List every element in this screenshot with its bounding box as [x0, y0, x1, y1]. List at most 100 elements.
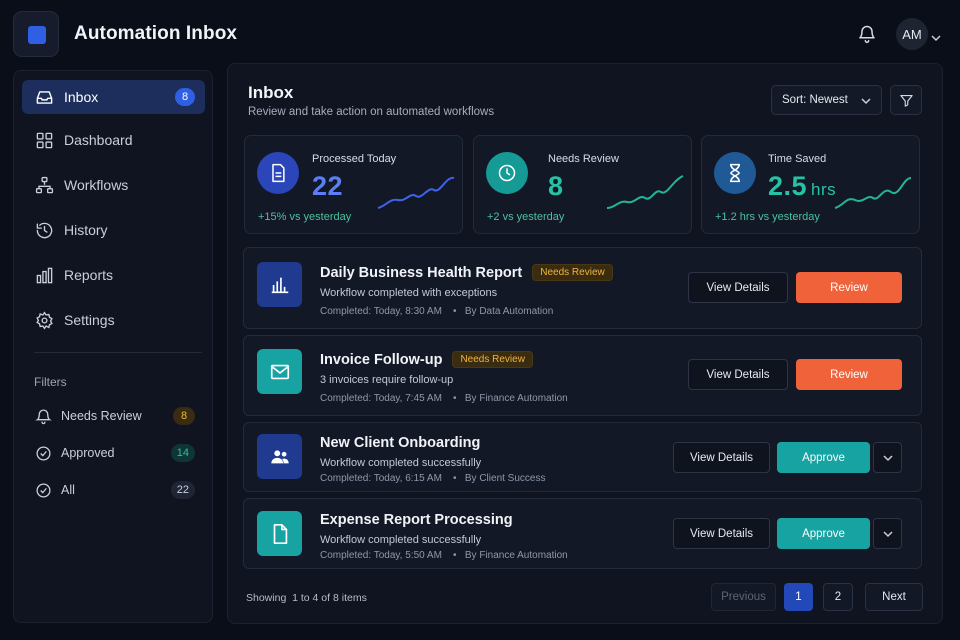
workflow-row: New Client Onboarding Workflow completed… — [243, 422, 922, 492]
sort-label: Sort: Newest — [782, 94, 848, 106]
stat-delta: +15% vs yesterday — [258, 211, 352, 223]
workflow-description: Workflow completed with exceptions — [320, 287, 498, 299]
stat-value: 2.5 hrs — [768, 171, 837, 201]
view-details-button[interactable]: View Details — [688, 272, 788, 303]
workflow-title: Expense Report Processing — [320, 512, 513, 528]
workflow-description: Workflow completed successfully — [320, 457, 482, 469]
sort-dropdown[interactable]: Sort: Newest — [771, 85, 882, 115]
workflow-title: Daily Business Health Report Needs Review — [320, 264, 613, 281]
bell-icon — [34, 407, 52, 425]
app-logo — [13, 11, 59, 57]
reports-icon — [34, 265, 54, 285]
workflow-meta: Completed: Today, 8:30 AM • By Data Auto… — [320, 306, 554, 317]
workflow-row: Daily Business Health Report Needs Review… — [243, 247, 922, 329]
filter-button[interactable] — [890, 85, 922, 115]
sidebar-item-workflows[interactable]: Workflows — [22, 168, 205, 202]
user-avatar[interactable]: AM — [896, 18, 928, 50]
sidebar-item-inbox[interactable]: Inbox 8 — [22, 80, 205, 114]
sidebar-item-label: Inbox — [64, 89, 99, 105]
clock-icon — [486, 152, 528, 194]
sidebar-item-label: Workflows — [64, 177, 129, 193]
sidebar-item-settings[interactable]: Settings — [22, 303, 205, 337]
document-icon — [257, 152, 299, 194]
filter-count-badge: 14 — [170, 444, 195, 462]
filter-label: Needs Review — [61, 409, 142, 423]
workflow-meta: Completed: Today, 5:50 AM • By Finance A… — [320, 550, 568, 561]
app-title: Automation Inbox — [74, 23, 238, 44]
sidebar-item-history[interactable]: History — [22, 213, 205, 247]
chevron-down-icon[interactable] — [931, 29, 941, 42]
sidebar-item-label: Dashboard — [64, 132, 133, 148]
page-2-button[interactable]: 2 — [823, 583, 853, 611]
sidebar-item-label: History — [64, 222, 108, 238]
page-1-button[interactable]: 1 — [784, 583, 813, 611]
workflow-row: Expense Report Processing Workflow compl… — [243, 498, 922, 569]
sidebar: Inbox 8 Dashboard Workflows History Repo… — [13, 70, 213, 623]
stat-label: Time Saved — [768, 153, 827, 165]
workflow-meta: Completed: Today, 6:15 AM • By Client Su… — [320, 473, 546, 484]
stat-label: Processed Today — [312, 153, 397, 165]
stat-card-time-saved: Time Saved 2.5 hrs +1.2 hrs vs yesterday — [701, 135, 920, 234]
page-subtitle: Review and take action on automated work… — [248, 106, 495, 118]
sidebar-item-dashboard[interactable]: Dashboard — [22, 123, 205, 157]
next-page-button[interactable]: Next — [865, 583, 923, 611]
chevron-down-icon — [882, 454, 893, 461]
sparkline — [377, 176, 455, 209]
review-button[interactable]: Review — [796, 272, 902, 303]
pagination-summary: Showing 1 to 4 of 8 items — [246, 592, 367, 604]
stat-value: 22 — [312, 171, 344, 201]
inbox-count-badge: 8 — [175, 88, 195, 106]
view-details-button[interactable]: View Details — [673, 518, 770, 549]
more-actions-button[interactable] — [873, 518, 902, 549]
inbox-icon — [34, 87, 54, 107]
notifications-bell-icon[interactable] — [857, 24, 877, 44]
stat-card-needs-review: Needs Review 8 +2 vs yesterday — [473, 135, 692, 234]
page-title: Inbox — [248, 83, 294, 102]
check-circle-icon — [34, 481, 52, 499]
view-details-button[interactable]: View Details — [673, 442, 770, 473]
chevron-down-icon — [861, 98, 871, 105]
stat-delta: +2 vs yesterday — [487, 211, 565, 223]
workflow-description: Workflow completed successfully — [320, 534, 482, 546]
workflow-description: 3 invoices require follow-up — [320, 374, 454, 386]
inbox-panel: Inbox Review and take action on automate… — [227, 63, 943, 624]
filter-count-badge: 8 — [173, 407, 195, 425]
dashboard-icon — [34, 130, 54, 150]
filter-label: All — [61, 483, 75, 497]
workflow-title: Invoice Follow-up Needs Review — [320, 351, 533, 368]
sparkline — [834, 177, 912, 209]
bar-chart-icon — [257, 262, 302, 307]
chevron-down-icon — [882, 530, 893, 537]
review-button[interactable]: Review — [796, 359, 902, 390]
filters-heading: Filters — [34, 375, 67, 389]
filter-count-badge: 22 — [170, 481, 195, 499]
more-actions-button[interactable] — [873, 442, 902, 473]
workflow-row: Invoice Follow-up Needs Review 3 invoices… — [243, 335, 922, 416]
filter-approved[interactable]: Approved 14 — [22, 439, 205, 467]
needs-review-badge: Needs Review — [452, 351, 533, 368]
previous-page-button[interactable]: Previous — [711, 583, 776, 611]
mail-icon — [257, 349, 302, 394]
approve-button[interactable]: Approve — [777, 442, 870, 473]
file-icon — [257, 511, 302, 556]
gear-icon — [34, 310, 54, 330]
sidebar-item-label: Settings — [64, 312, 115, 328]
stat-delta: +1.2 hrs vs yesterday — [715, 211, 820, 223]
needs-review-badge: Needs Review — [532, 264, 613, 281]
users-icon — [257, 434, 302, 479]
sparkline — [606, 175, 684, 209]
stat-label: Needs Review — [548, 153, 619, 165]
workflow-icon — [34, 175, 54, 195]
history-icon — [34, 220, 54, 240]
stat-card-processed: Processed Today 22 +15% vs yesterday — [244, 135, 463, 234]
view-details-button[interactable]: View Details — [688, 359, 788, 390]
sidebar-item-reports[interactable]: Reports — [22, 258, 205, 292]
top-bar: Automation Inbox AM — [0, 0, 960, 68]
filter-needs-review[interactable]: Needs Review 8 — [22, 402, 205, 430]
stat-value: 8 — [548, 171, 564, 201]
sidebar-divider — [34, 352, 202, 353]
check-circle-icon — [34, 444, 52, 462]
filter-all[interactable]: All 22 — [22, 476, 205, 504]
workflow-title: New Client Onboarding — [320, 435, 481, 451]
approve-button[interactable]: Approve — [777, 518, 870, 549]
